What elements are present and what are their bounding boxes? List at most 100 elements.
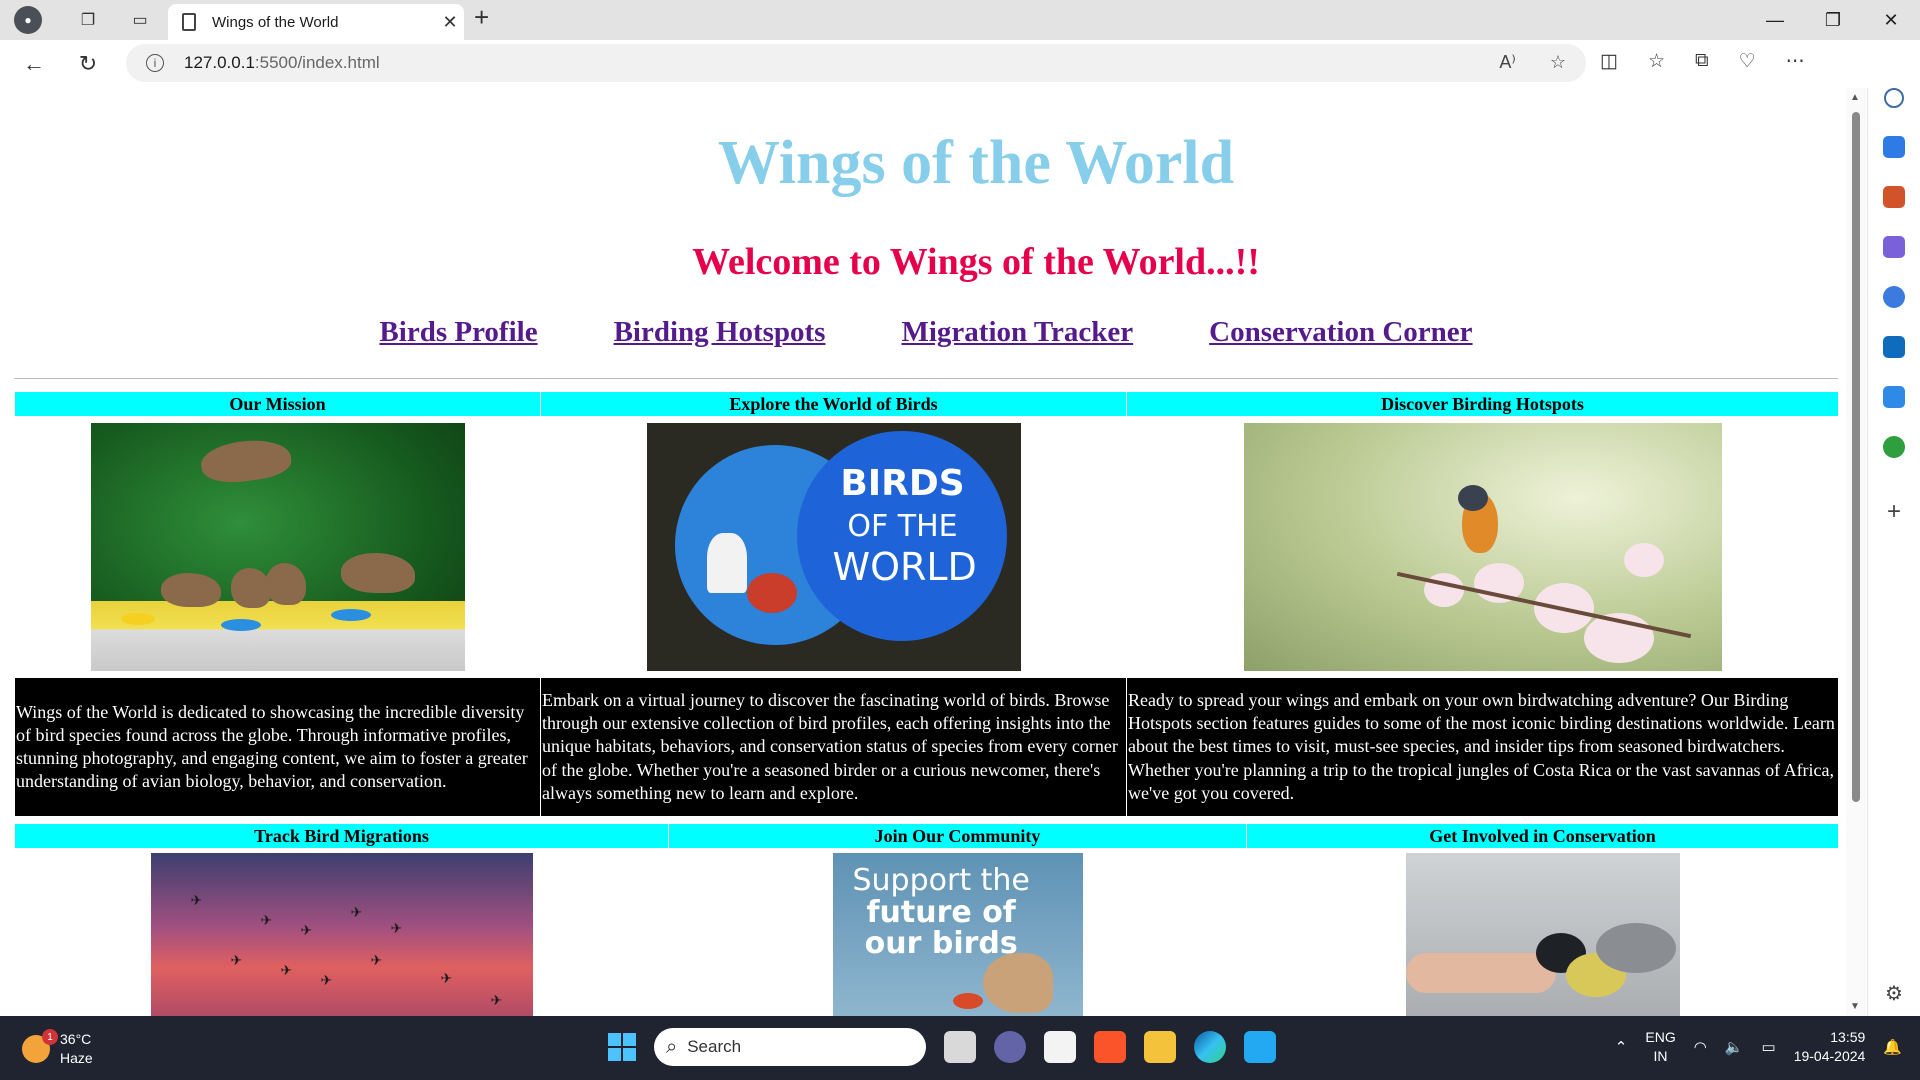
url-field[interactable]: i 127.0.0.1:5500/index.html A⁾ ☆	[126, 44, 1586, 82]
window-controls: — ❐ ✕	[1746, 0, 1920, 40]
globe-text-birds: BIRDS	[840, 463, 965, 504]
close-window-icon[interactable]: ✕	[1862, 0, 1920, 40]
sparrows-image	[90, 423, 465, 671]
nav-link-conservation-corner[interactable]: Conservation Corner	[1209, 316, 1472, 349]
image-cell-explore: BIRDS OF THE WORLD	[541, 417, 1127, 678]
redstart-on-blossom-image	[1243, 423, 1722, 671]
favorites-icon[interactable]: ☆	[1648, 50, 1665, 73]
microsoft-365-icon[interactable]	[1883, 286, 1905, 308]
weather-temperature: 36°C	[60, 1031, 92, 1047]
wifi-icon[interactable]: ◠	[1694, 1038, 1707, 1056]
header-birding-hotspots: Discover Birding Hotspots	[1126, 391, 1839, 417]
brave-icon[interactable]	[1094, 1031, 1126, 1063]
shopping-tag-icon[interactable]	[1883, 136, 1905, 158]
meet-icon[interactable]	[994, 1031, 1026, 1063]
new-tab-button[interactable]: +	[474, 2, 489, 33]
windows-taskbar: 1 36°C Haze ⌕ Search ⌃ ENG IN ◠ 🔈 ▭ 13:5…	[0, 1016, 1920, 1080]
header-join-community: Join Our Community	[668, 823, 1247, 849]
back-arrow-icon[interactable]: ←	[18, 48, 50, 80]
image-cell-hotspots	[1127, 417, 1839, 678]
edge-sidebar: + ⚙	[1867, 88, 1920, 1016]
tab-wings-of-the-world[interactable]: Wings of the World ✕	[168, 4, 464, 40]
support-text: Support the future of our birds	[852, 863, 1030, 961]
split-screen-icon[interactable]: ◫	[1600, 50, 1618, 73]
weather-description: Haze	[60, 1050, 93, 1066]
games-icon[interactable]	[1883, 236, 1905, 258]
header-get-involved: Get Involved in Conservation	[1246, 823, 1839, 849]
sidebar-settings-icon[interactable]: ⚙	[1885, 981, 1903, 1006]
vscode-icon[interactable]	[1244, 1031, 1276, 1063]
outlook-icon[interactable]	[1883, 336, 1905, 358]
restore-icon[interactable]: ❐	[1804, 0, 1862, 40]
clock[interactable]: 13:59 19-04-2024	[1794, 1028, 1866, 1066]
search-icon[interactable]	[1884, 88, 1904, 108]
notification-bell-icon[interactable]: 🔔	[1883, 1038, 1902, 1056]
volume-icon[interactable]: 🔈	[1725, 1038, 1744, 1056]
image-cell-migrations: ✈ ✈ ✈ ✈ ✈ ✈ ✈ ✈ ✈ ✈ ✈	[15, 849, 669, 1016]
tab-title: Wings of the World	[212, 13, 339, 31]
favorite-star-icon[interactable]: ☆	[1550, 52, 1566, 73]
content-table-row1: Our Mission Explore the World of Birds D…	[14, 391, 1839, 817]
scroll-down-arrow-icon[interactable]: ▼	[1850, 1001, 1860, 1012]
address-bar-row: ← ↻ i 127.0.0.1:5500/index.html A⁾ ☆ ◫ ☆…	[0, 40, 1920, 118]
header-our-mission: Our Mission	[14, 391, 541, 417]
browser-essentials-icon[interactable]: ♡	[1739, 50, 1756, 73]
taskbar-center: ⌕ Search	[608, 1028, 1276, 1066]
text-explore-world: Embark on a virtual journey to discover …	[540, 677, 1127, 817]
scroll-up-arrow-icon[interactable]: ▲	[1850, 92, 1860, 103]
settings-more-icon[interactable]: ⋯	[1786, 50, 1805, 73]
image-cell-community: Support the future of our birds	[669, 849, 1247, 1016]
task-view-icon[interactable]	[944, 1031, 976, 1063]
nav-link-migration-tracker[interactable]: Migration Tracker	[901, 316, 1133, 349]
support-birds-image: Support the future of our birds	[832, 853, 1083, 1016]
clock-time: 13:59	[1830, 1029, 1866, 1045]
page-viewport: Wings of the World Welcome to Wings of t…	[6, 88, 1846, 1016]
refresh-icon[interactable]: ↻	[72, 48, 104, 80]
language-indicator[interactable]: ENG IN	[1645, 1028, 1675, 1066]
url-text[interactable]: 127.0.0.1:5500/index.html	[184, 53, 380, 73]
battery-icon[interactable]: ▭	[1762, 1038, 1776, 1056]
scroll-thumb[interactable]	[1852, 112, 1860, 802]
browser-titlebar: ● ❐ ▭ Wings of the World ✕ + — ❐ ✕	[0, 0, 1920, 40]
taskbar-search[interactable]: ⌕ Search	[654, 1028, 926, 1066]
nav-divider	[14, 378, 1838, 379]
globe-text-world: WORLD	[832, 545, 977, 589]
clock-date: 19-04-2024	[1793, 1048, 1866, 1064]
add-sidebar-icon[interactable]: +	[1887, 498, 1901, 526]
tree-icon[interactable]	[1883, 436, 1905, 458]
header-explore-world: Explore the World of Birds	[540, 391, 1127, 417]
chevron-up-icon[interactable]: ⌃	[1615, 1038, 1628, 1056]
tab-actions-icon[interactable]: ▭	[120, 0, 160, 40]
main-nav: Birds Profile Birding Hotspots Migration…	[6, 316, 1846, 349]
header-track-migrations: Track Bird Migrations	[14, 823, 669, 849]
collections-icon[interactable]: ⧉	[1695, 50, 1709, 73]
image-cell-mission	[15, 417, 541, 678]
image-cell-conservation	[1247, 849, 1839, 1016]
site-title: Wings of the World	[717, 129, 1235, 197]
nav-link-birding-hotspots[interactable]: Birding Hotspots	[614, 316, 826, 349]
read-aloud-icon[interactable]: A⁾	[1499, 52, 1515, 73]
store-icon[interactable]	[1044, 1031, 1076, 1063]
weather-widget[interactable]: 1 36°C Haze	[22, 1029, 93, 1068]
globe-text-of-the: OF THE	[847, 509, 958, 544]
send-icon[interactable]	[1883, 386, 1905, 408]
minimize-icon[interactable]: —	[1746, 0, 1804, 40]
site-info-icon[interactable]: i	[146, 54, 164, 72]
workspaces-icon[interactable]: ❐	[68, 0, 108, 40]
tools-icon[interactable]	[1883, 186, 1905, 208]
nav-link-birds-profile[interactable]: Birds Profile	[379, 316, 537, 349]
close-tab-icon[interactable]: ✕	[436, 12, 464, 33]
content-table-row2: Track Bird Migrations Join Our Community…	[14, 823, 1839, 1016]
notification-badge: 1	[42, 1029, 58, 1045]
start-button-icon[interactable]	[608, 1033, 636, 1061]
profile-avatar-icon[interactable]: ●	[14, 6, 42, 34]
edge-icon[interactable]	[1194, 1031, 1226, 1063]
search-icon: ⌕	[666, 1035, 678, 1058]
text-birding-hotspots: Ready to spread your wings and embark on…	[1126, 677, 1839, 817]
file-explorer-icon[interactable]	[1144, 1031, 1176, 1063]
birds-of-the-world-image: BIRDS OF THE WORLD	[646, 423, 1021, 671]
flying-geese-image: ✈ ✈ ✈ ✈ ✈ ✈ ✈ ✈ ✈ ✈ ✈	[150, 853, 533, 1016]
page-document-icon	[182, 13, 196, 31]
system-tray: ⌃ ENG IN ◠ 🔈 ▭ 13:59 19-04-2024 🔔	[1615, 1028, 1902, 1066]
page-scrollbar[interactable]: ▲ ▼	[1846, 88, 1866, 1016]
